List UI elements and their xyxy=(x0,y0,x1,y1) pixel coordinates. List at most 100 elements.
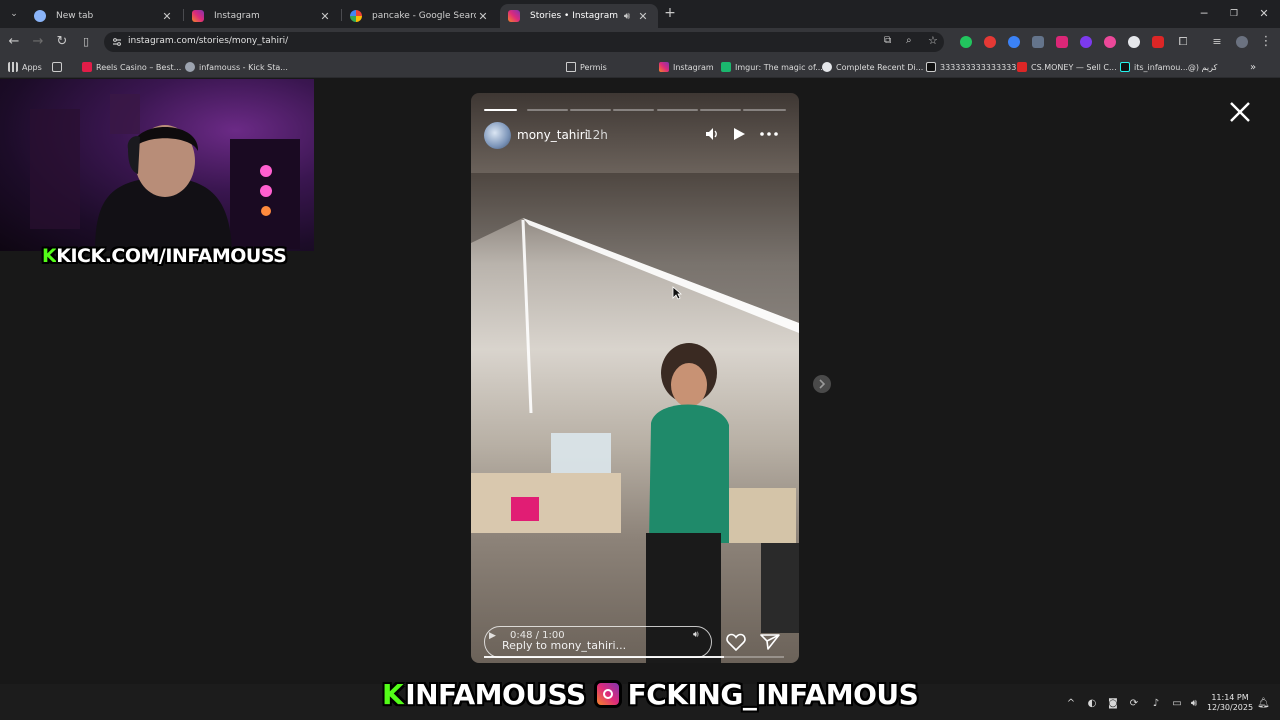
discord-icon[interactable]: ◙ xyxy=(1107,698,1119,710)
story-progress-segment xyxy=(613,109,654,111)
bookmark-tiktok[interactable]: its_infamou...@) كريم xyxy=(1120,60,1217,74)
bookmark-instagram[interactable]: Instagram xyxy=(659,60,714,74)
minimize-button[interactable]: ─ xyxy=(1194,6,1214,22)
close-icon[interactable]: ✕ xyxy=(476,10,490,23)
bookmark-label: Reels Casino – Best... xyxy=(96,62,182,72)
bookmark-apps[interactable]: Apps xyxy=(8,60,42,74)
casino-icon xyxy=(82,62,92,72)
instagram-icon xyxy=(659,62,669,72)
forward-button[interactable]: → xyxy=(30,34,46,50)
new-tab-button[interactable]: + xyxy=(662,5,678,21)
bookmark-csmoney[interactable]: CS.MONEY — Sell C... xyxy=(1017,60,1117,74)
play-icon[interactable] xyxy=(732,127,746,141)
social-handles-overlay: K INFAMOUSS FCKING_INFAMOUS xyxy=(382,675,919,713)
tab-search-button[interactable]: ⌄ xyxy=(6,6,22,22)
bookmark-kick-stats[interactable]: infamouss - Kick Sta... xyxy=(185,60,288,74)
like-heart-icon[interactable] xyxy=(726,633,746,651)
close-viewer-button[interactable] xyxy=(1228,100,1252,124)
microphone-icon[interactable]: ♪ xyxy=(1150,698,1162,710)
tab-google-search[interactable]: pancake - Google Search ✕ xyxy=(342,4,498,28)
tab-groups-icon xyxy=(52,62,62,72)
tray-app-icon[interactable]: ◐ xyxy=(1086,698,1098,710)
speaker-icon[interactable]: 🔊︎ xyxy=(618,11,636,22)
bookmark-reels-casino[interactable]: Reels Casino – Best... xyxy=(82,60,181,74)
kick-stats-icon xyxy=(185,62,195,72)
speaker-icon[interactable] xyxy=(705,127,719,141)
bookmark-label: CS.MONEY — Sell C... xyxy=(1031,62,1117,72)
google-icon xyxy=(350,10,362,22)
x-icon xyxy=(926,62,936,72)
chevron-right-icon xyxy=(819,379,826,389)
extension-red-shield-icon[interactable] xyxy=(1152,36,1164,48)
url-text: instagram.com/stories/mony_tahiri/ xyxy=(128,36,289,46)
video-progress-track[interactable] xyxy=(484,656,784,658)
story-progress-segment xyxy=(570,109,611,111)
tab-strip: ⌄ New tab ✕ Instagram ✕ pancake - Google… xyxy=(0,0,1280,28)
bookmark-tab-groups[interactable] xyxy=(52,60,66,74)
network-icon[interactable]: ▭ xyxy=(1171,698,1183,710)
window-close-button[interactable]: ✕ xyxy=(1254,6,1274,22)
sync-icon[interactable]: ⟳ xyxy=(1128,698,1140,710)
csmoney-icon xyxy=(1017,62,1027,72)
reply-input[interactable]: ▶ 0:48 / 1:00 Reply to mony_tahiri... 🔊︎ xyxy=(484,626,712,658)
address-bar[interactable]: instagram.com/stories/mony_tahiri/ ⧉ ⌕ ☆ xyxy=(104,32,944,52)
volume-icon[interactable]: 🔊︎ xyxy=(1188,698,1200,710)
side-panel-icon[interactable]: ▯ xyxy=(78,34,94,50)
story-progress-segment xyxy=(657,109,698,111)
profile-avatar[interactable] xyxy=(1236,36,1248,48)
folder-icon xyxy=(566,62,576,72)
close-icon[interactable]: ✕ xyxy=(318,10,332,23)
reload-button[interactable]: ↻ xyxy=(54,34,70,50)
system-clock[interactable]: 11:14 PM 12/30/2025 xyxy=(1206,693,1254,713)
story-username[interactable]: mony_tahiri xyxy=(517,128,588,142)
restore-button[interactable]: ❐ xyxy=(1224,6,1244,22)
extension-gray-icon[interactable] xyxy=(1032,36,1044,48)
bookmark-star-icon[interactable]: ☆ xyxy=(928,34,938,47)
bookmark-imgur[interactable]: Imgur: The magic of... xyxy=(721,60,823,74)
next-story-button[interactable] xyxy=(813,375,831,393)
tab-new-tab[interactable]: New tab ✕ xyxy=(26,4,182,28)
extension-pink-icon[interactable] xyxy=(1104,36,1116,48)
tab-stories-instagram[interactable]: Stories • Instagram 🔊︎ ✕ xyxy=(500,4,658,28)
extension-purple-icon[interactable] xyxy=(1080,36,1092,48)
back-button[interactable]: ← xyxy=(6,34,22,50)
bookmark-333[interactable]: 3333333333333333 xyxy=(926,60,1021,74)
tab-label: New tab xyxy=(56,11,94,21)
bookmark-folder-permis[interactable]: Permis xyxy=(566,60,607,74)
zoom-icon[interactable]: ⌕ xyxy=(906,35,912,46)
kick-handle-overlay: KKICK.COM/INFAMOUSS xyxy=(42,245,287,267)
extension-red-icon[interactable] xyxy=(984,36,996,48)
bookmark-label: infamouss - Kick Sta... xyxy=(199,62,288,72)
close-icon[interactable]: ✕ xyxy=(160,10,174,23)
site-info-icon[interactable] xyxy=(112,37,122,47)
play-icon[interactable]: ▶ xyxy=(489,631,496,641)
story-progress-segment xyxy=(527,109,568,111)
user-avatar[interactable] xyxy=(484,122,511,149)
extensions-puzzle-icon[interactable]: ⧠ xyxy=(1175,34,1191,50)
bookmark-github[interactable]: Complete Recent Di... xyxy=(822,60,923,74)
notifications-bell-icon[interactable]: 🔔︎ xyxy=(1257,698,1270,710)
volume-icon[interactable]: 🔊︎ xyxy=(693,630,699,640)
install-app-icon[interactable]: ⧉ xyxy=(884,35,891,46)
chevron-up-icon[interactable]: ^ xyxy=(1065,698,1077,710)
extension-blue-icon[interactable] xyxy=(1008,36,1020,48)
kick-username: INFAMOUSS xyxy=(405,677,586,711)
more-options-icon[interactable] xyxy=(760,132,778,136)
story-card[interactable]: mony_tahiri 12h ▶ 0:48 / 1:00 Reply to m… xyxy=(471,93,799,663)
bookmark-label: 3333333333333333 xyxy=(940,62,1022,72)
extension-white-icon[interactable] xyxy=(1128,36,1140,48)
close-icon[interactable]: ✕ xyxy=(636,10,650,23)
more-bookmarks-button[interactable]: » xyxy=(1250,60,1256,74)
tab-label: Stories • Instagram xyxy=(530,11,618,21)
tab-instagram[interactable]: Instagram ✕ xyxy=(184,4,340,28)
tab-label: pancake - Google Search xyxy=(372,11,476,21)
extension-grammarly-icon[interactable] xyxy=(960,36,972,48)
kick-handle-text: KICK.COM/INFAMOUSS xyxy=(56,245,287,267)
menu-kebab-icon[interactable]: ⋮ xyxy=(1258,34,1274,50)
media-controls-icon[interactable]: ≡ xyxy=(1209,34,1225,50)
extension-shield-icon[interactable] xyxy=(1056,36,1068,48)
share-send-icon[interactable] xyxy=(760,633,780,651)
video-progress-fill xyxy=(484,656,724,658)
streamer-webcam xyxy=(0,79,314,251)
bookmark-label: Imgur: The magic of... xyxy=(735,62,823,72)
